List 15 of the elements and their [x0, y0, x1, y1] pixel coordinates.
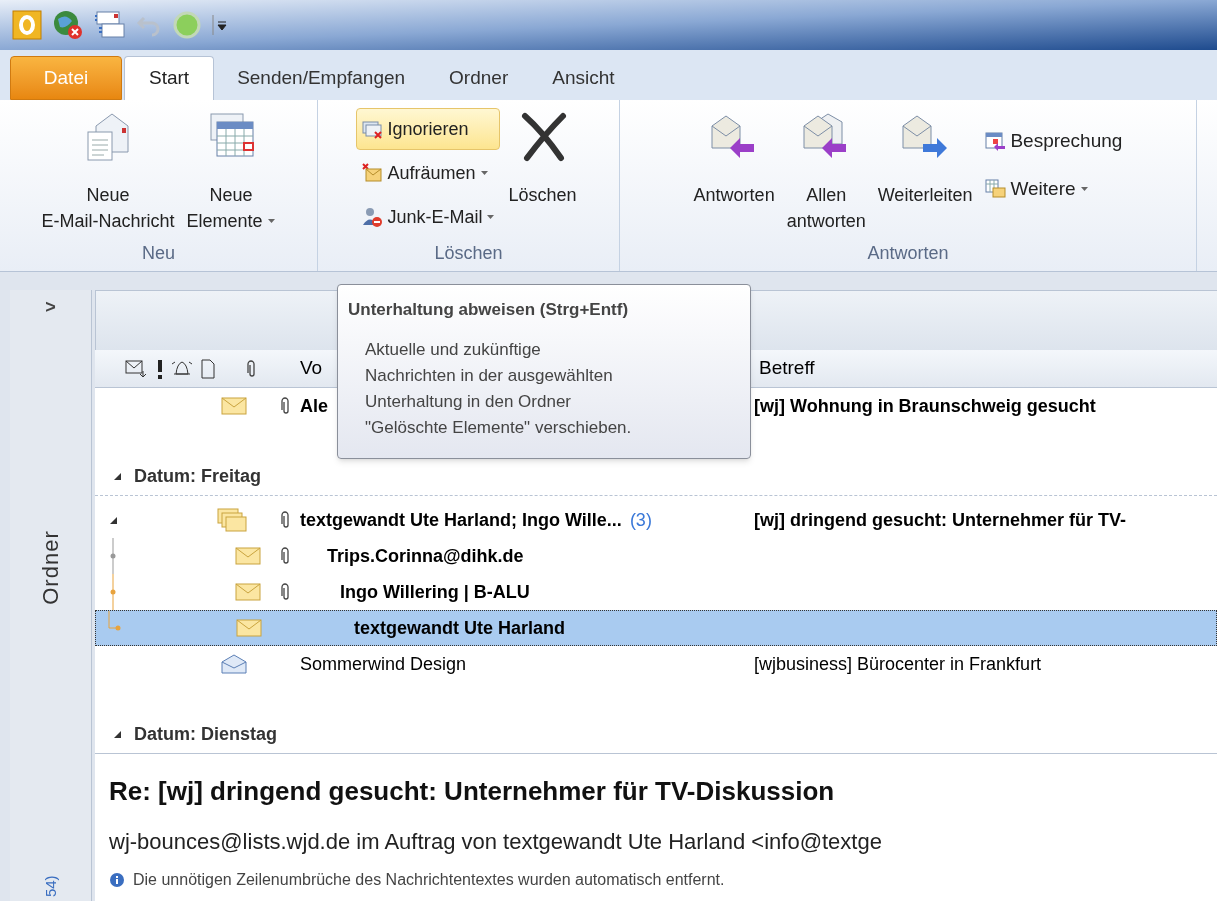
thread-count: (3): [629, 508, 652, 532]
ribbon-group-label: Neu: [141, 242, 176, 265]
message-subject: [wjbusiness] Bürocenter in Frankfurt: [754, 652, 1042, 676]
unread-count: 54): [40, 874, 60, 897]
info-message: Die unnötigen Zeilenumbrüche des Nachrichtentextes wurden automatisch entfernt.: [133, 870, 725, 890]
ribbon-group-label: Löschen: [433, 242, 504, 265]
message-title: Re: [wj] dringend gesucht: Unternehmer für TV-Diskussion: [109, 775, 836, 808]
date-group-label: Datum: Freitag: [134, 465, 261, 488]
sender-line: wj-bounces@lists.wjd.de im Auftrag von textgewandt Ute Harland <info@textge: [109, 828, 883, 856]
tooltip-title: Unterhaltung abweisen (Strg+Entf): [348, 299, 630, 321]
message-subject: [wj] dringend gesucht: Unternehmer für TV-: [754, 508, 1126, 532]
ribbon-group-label: Antworten: [866, 242, 950, 265]
tooltip-text: Aktuelle und zukünftige Nachrichten in der ausgewählten Unterhaltung in den Ordner "Gelöschte Elemente" verschieben.: [364, 338, 633, 439]
message-subject: [wj] Wohnung in Braunschweig gesucht: [754, 394, 1096, 418]
date-group-label: Datum: Dienstag: [134, 723, 277, 746]
